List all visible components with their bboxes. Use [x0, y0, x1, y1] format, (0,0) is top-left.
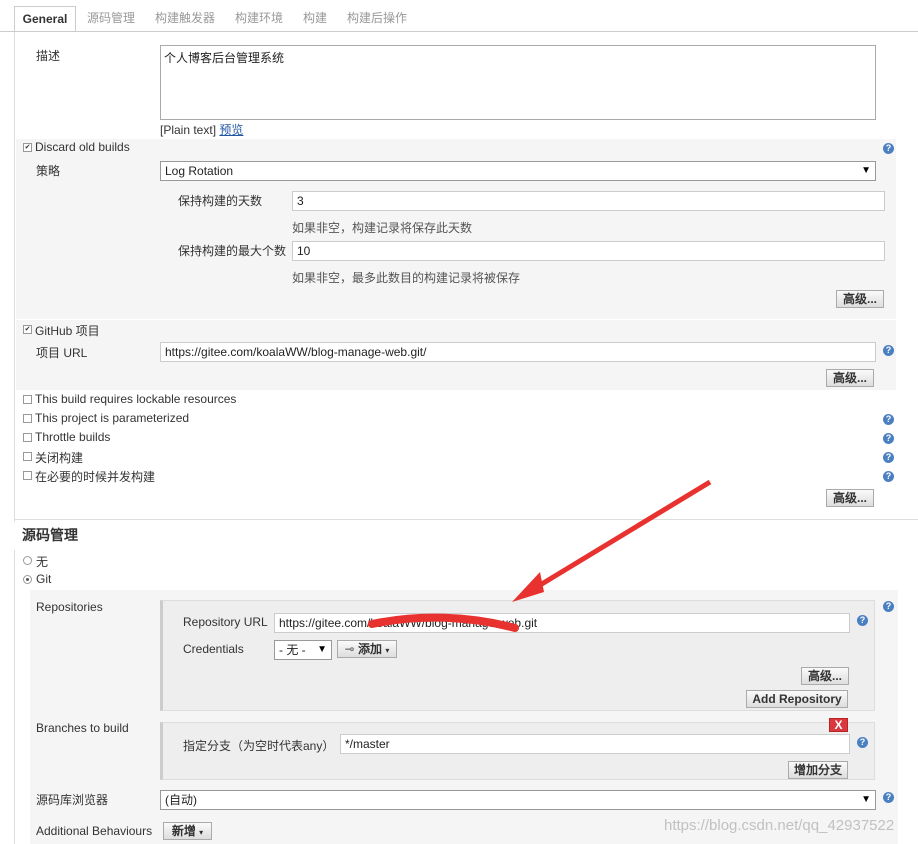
red-arrow-shaft — [520, 479, 712, 599]
red-scribble — [368, 613, 519, 632]
watermark: https://blog.csdn.net/qq_42937522 — [664, 817, 895, 834]
annotation-overlay — [368, 479, 712, 632]
red-arrow-head — [512, 572, 544, 602]
